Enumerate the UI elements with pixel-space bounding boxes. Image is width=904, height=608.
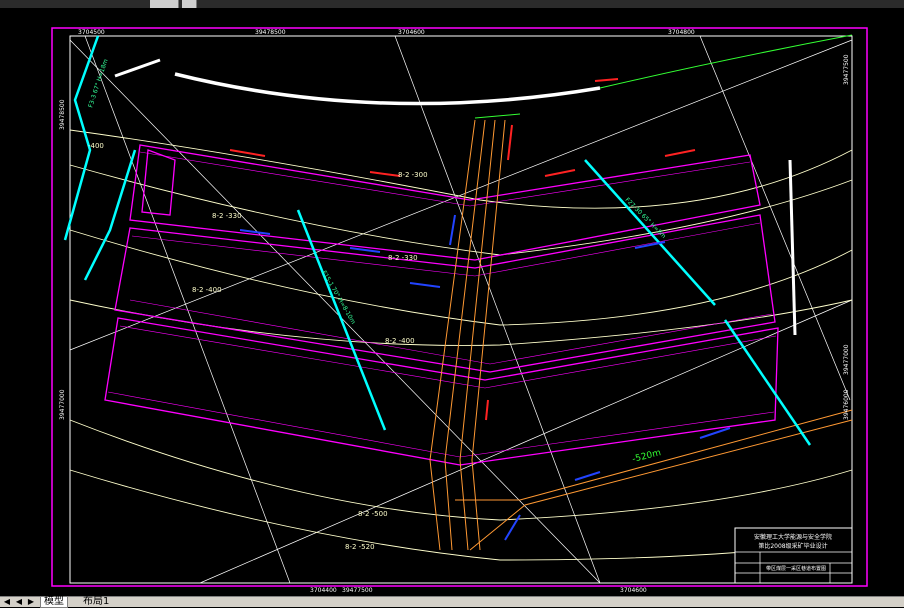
coord-right-bottom: 39476000	[843, 389, 850, 420]
title-block-line2: 第比2008级采矿毕业设计	[758, 542, 827, 550]
coord-left-bottom: 39477000	[59, 389, 66, 420]
coord-left-top: 39478500	[59, 99, 66, 130]
coord-right-top: 39477500	[843, 54, 850, 85]
green-link	[474, 113, 521, 119]
white-bar	[788, 159, 797, 336]
label-fault-right: F27-30 65° H=8m	[624, 196, 668, 240]
green-boundary	[599, 34, 853, 89]
coord-top-4: 3704800	[668, 29, 695, 36]
panel-gateways	[107, 151, 777, 458]
toolbar-tab[interactable]	[182, 0, 197, 8]
label-fault-mid: F15-1 70° H=8-10m	[320, 270, 356, 326]
label-b400b: 8-2 -400	[385, 337, 415, 345]
top-toolbar-strip	[0, 0, 904, 8]
drawing-canvas[interactable]: 3704500 39478500 3704600 3704800 3704400…	[0, 8, 904, 596]
label-b400: 8-2 -400	[192, 286, 222, 294]
label-b300: 8-2 -300	[398, 171, 428, 179]
coord-bottom-3: 3704600	[620, 587, 647, 594]
label-b520: 8-2 -520	[345, 543, 375, 551]
label-b330: 8-2 -330	[212, 212, 242, 220]
label-b330b: 8-2 -330	[388, 254, 418, 262]
faults	[63, 35, 812, 446]
toolbar-tab[interactable]	[150, 0, 179, 8]
layout-tab-bar: ◀ ◀ ▶ 模型 布局1	[0, 596, 904, 608]
label-b500: 8-2 -500	[358, 510, 388, 518]
mining-panels	[104, 144, 779, 466]
title-block-drawing-title: 带区煤层一采区巷道布置图	[766, 565, 826, 572]
coord-bottom-2: 39477500	[342, 587, 373, 594]
label-lm400: -400	[88, 142, 104, 150]
title-block-line1: 安徽理工大学能源与安全学院	[754, 533, 832, 541]
coord-bottom-1: 3704400	[310, 587, 337, 594]
coord-top-3: 3704600	[398, 29, 425, 36]
contour-lines	[69, 129, 853, 561]
title-block: 安徽理工大学能源与安全学院 第比2008级采矿毕业设计 带区煤层一采区巷道布置图	[734, 527, 853, 584]
coord-top-2: 39478500	[255, 29, 286, 36]
layout-frame	[51, 27, 868, 587]
boundary-arc	[174, 72, 601, 106]
coord-right-mid: 39477000	[843, 344, 850, 375]
grid-lines	[69, 35, 853, 584]
coord-top-1: 3704500	[78, 29, 105, 36]
main-roadway	[429, 119, 853, 551]
tab-model[interactable]: 模型	[40, 597, 68, 608]
label-fault-left: F3-3 67° H=18m	[87, 58, 109, 109]
white-mark	[114, 58, 161, 78]
